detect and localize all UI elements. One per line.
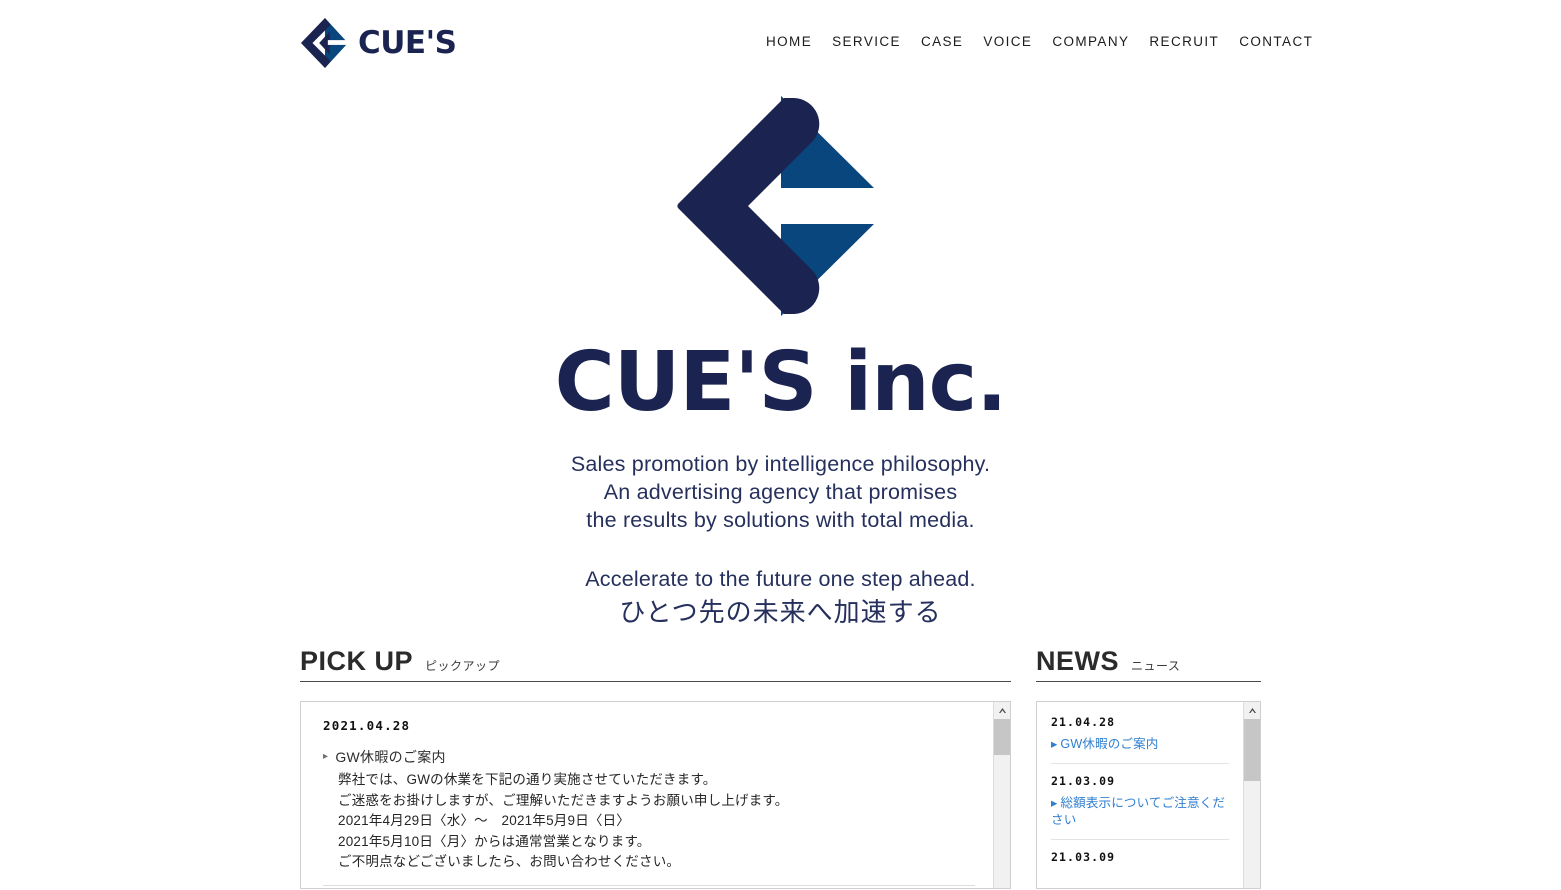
hero-section: CUE'S inc. Sales promotion by intelligen… <box>0 86 1561 627</box>
site-logo-link[interactable]: CUE'S <box>300 17 457 69</box>
pickup-heading-title: PICK UP <box>300 646 414 676</box>
news-item-date: 21.04.28 <box>1051 715 1116 729</box>
news-section: NEWS ニュース 21.04.28 ▸ GW休暇のご案内 21.03.09 ▸… <box>1036 648 1261 889</box>
pickup-panel-body: 2021.04.28 ▸ GW休暇のご案内 弊社では、GWの休業を下記の通り実施… <box>301 702 993 888</box>
pickup-scrollbar[interactable] <box>993 702 1010 888</box>
hero-title: CUE'S inc. <box>554 335 1008 430</box>
hero-tagline-line-1: Sales promotion by intelligence philosop… <box>570 452 991 476</box>
cues-diamond-logo-icon <box>300 17 348 69</box>
pickup-heading: PICK UP ピックアップ <box>300 648 1011 682</box>
hero-tagline: Sales promotion by intelligence philosop… <box>0 450 1561 534</box>
chevron-up-icon[interactable] <box>994 702 1010 719</box>
pickup-item-divider <box>323 884 975 886</box>
pickup-scrollbar-thumb[interactable] <box>994 719 1010 755</box>
news-item: 21.04.28 ▸ GW休暇のご案内 <box>1051 715 1229 764</box>
pickup-item-title[interactable]: ▸ GW休暇のご案内 <box>323 747 975 767</box>
news-item-divider <box>1051 839 1229 840</box>
site-logo-text: CUE'S <box>358 24 457 61</box>
pickup-item-body-line: 弊社では、GWの休業を下記の通り実施させていただきます。 <box>338 772 717 787</box>
hero-tagline-line-3: the results by solutions with total medi… <box>586 508 975 532</box>
nav-item-company[interactable]: COMPANY <box>1042 34 1139 49</box>
triangle-right-icon: ▸ <box>1051 737 1058 751</box>
chevron-up-icon[interactable] <box>1244 702 1260 719</box>
nav-item-recruit[interactable]: RECRUIT <box>1139 34 1229 49</box>
content-columns: PICK UP ピックアップ 2021.04.28 ▸ GW休暇のご案内 弊社で… <box>300 648 1261 889</box>
pickup-panel: 2021.04.28 ▸ GW休暇のご案内 弊社では、GWの休業を下記の通り実施… <box>300 701 1011 889</box>
news-item-divider <box>1051 763 1229 764</box>
triangle-right-icon: ▸ <box>323 751 329 762</box>
hero-catchphrase-en: Accelerate to the future one step ahead. <box>585 567 976 591</box>
news-item-link[interactable]: ▸ 総額表示についてご注意ください <box>1051 795 1229 829</box>
news-scrollbar[interactable] <box>1243 702 1260 888</box>
nav-item-contact[interactable]: CONTACT <box>1229 34 1323 49</box>
pickup-item-title-link[interactable]: GW休暇のご案内 <box>335 747 446 767</box>
nav-item-service[interactable]: SERVICE <box>822 34 911 49</box>
hero-catchphrase-jp: ひとつ先の未来へ加速する <box>619 597 942 627</box>
site-header: CUE'S HOME SERVICE CASE VOICE COMPANY RE… <box>0 0 1561 86</box>
pickup-item-body-line: 2021年4月29日〈水〉〜 2021年5月9日〈日〉 <box>338 813 631 829</box>
nav-item-home[interactable]: HOME <box>766 34 822 49</box>
cues-diamond-logo-large-icon <box>0 92 1561 320</box>
news-item-link[interactable]: ▸ GW休暇のご案内 <box>1051 736 1229 753</box>
news-heading-sub: ニュース <box>1131 659 1181 673</box>
hero-catchphrase: Accelerate to the future one step ahead.… <box>0 564 1561 627</box>
pickup-item-date: 2021.04.28 <box>323 718 411 733</box>
pickup-heading-sub: ピックアップ <box>425 659 501 673</box>
news-item-link-label: 総額表示についてご注意ください <box>1051 796 1226 827</box>
news-item-date: 21.03.09 <box>1051 850 1116 864</box>
news-item-link-label: GW休暇のご案内 <box>1060 737 1159 751</box>
news-heading: NEWS ニュース <box>1036 648 1261 682</box>
page-root: CUE'S HOME SERVICE CASE VOICE COMPANY RE… <box>0 0 1561 890</box>
news-panel-body: 21.04.28 ▸ GW休暇のご案内 21.03.09 ▸ 総額表示についてご注意… <box>1037 702 1243 888</box>
pickup-item-body: 弊社では、GWの休業を下記の通り実施させていただきます。 ご迷惑をお掛けしますが… <box>323 770 975 873</box>
pickup-section: PICK UP ピックアップ 2021.04.28 ▸ GW休暇のご案内 弊社で… <box>300 648 1011 889</box>
main-navigation: HOME SERVICE CASE VOICE COMPANY RECRUIT … <box>766 34 1323 49</box>
news-scrollbar-thumb[interactable] <box>1244 719 1260 781</box>
triangle-right-icon: ▸ <box>1051 796 1058 810</box>
news-item: 21.03.09 ▸ 総額表示についてご注意ください <box>1051 774 1229 840</box>
pickup-item-body-line: ご迷惑をお掛けしますが、ご理解いただきますようお願い申し上げます。 <box>338 792 789 808</box>
news-heading-title: NEWS <box>1036 646 1119 676</box>
pickup-item: 2021.04.28 ▸ GW休暇のご案内 弊社では、GWの休業を下記の通り実施… <box>323 718 975 886</box>
nav-item-case[interactable]: CASE <box>911 34 973 49</box>
news-item: 21.03.09 <box>1051 850 1229 864</box>
news-panel: 21.04.28 ▸ GW休暇のご案内 21.03.09 ▸ 総額表示についてご注意… <box>1036 701 1261 889</box>
news-item-date: 21.03.09 <box>1051 774 1116 788</box>
pickup-item-body-line: 2021年5月10日〈月〉からは通常営業となります。 <box>338 833 651 849</box>
nav-item-voice[interactable]: VOICE <box>973 34 1042 49</box>
hero-tagline-line-2: An advertising agency that promises <box>603 480 958 504</box>
pickup-item-body-line: ご不明点などございましたら、お問い合わせください。 <box>338 854 681 870</box>
